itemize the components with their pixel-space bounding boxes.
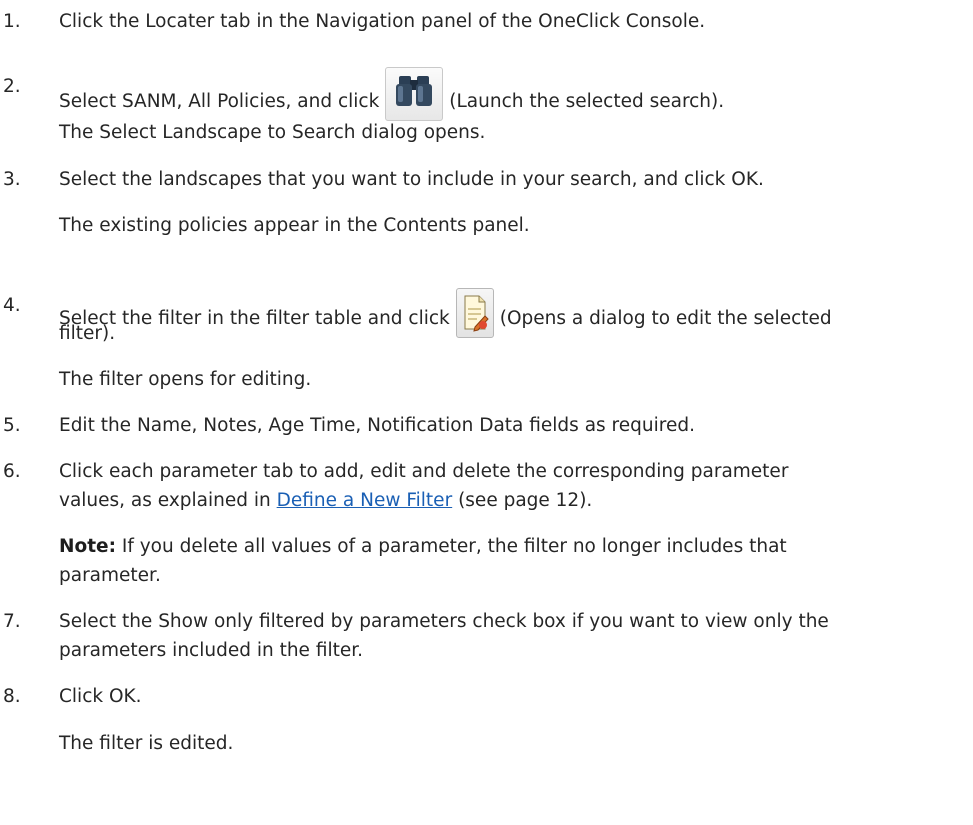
step-result-text: The Select Landscape to Search dialog op… xyxy=(59,122,486,143)
step-text: Click the Locater tab in the Navigation … xyxy=(59,11,706,32)
step-text: Select SANM, All Policies, and click xyxy=(59,91,380,112)
binoculars-icon xyxy=(385,67,444,121)
step-number: 6. xyxy=(3,461,21,482)
step-number: 1. xyxy=(3,11,21,32)
step-result-text: The filter opens for editing. xyxy=(59,369,312,390)
step-text: Select the landscapes that you want to i… xyxy=(59,169,764,190)
step-number: 7. xyxy=(3,611,21,632)
step-text-after-icon: (Opens a dialog to edit the selected xyxy=(499,308,832,329)
step-text: Click OK. xyxy=(59,686,142,707)
step-number: 4. xyxy=(3,295,21,316)
step-text: Select the Show only filtered by paramet… xyxy=(59,611,829,632)
step-text-cont: filter). xyxy=(59,323,116,344)
step-text: Edit the Name, Notes, Age Time, Notifica… xyxy=(59,415,695,436)
step-text-after-icon: (Launch the selected search). xyxy=(449,91,725,112)
step-result-text: The existing policies appear in the Cont… xyxy=(59,215,530,236)
step-text-cont: values, as explained in xyxy=(59,490,271,511)
note-text-cont: parameter. xyxy=(59,565,161,586)
step-text: Select the filter in the filter table an… xyxy=(59,308,450,329)
page-reference: (see page 12). xyxy=(458,490,593,511)
step-number: 5. xyxy=(3,415,21,436)
define-new-filter-link[interactable]: Define a New Filter xyxy=(277,490,453,511)
edit-filter-icon xyxy=(455,288,494,338)
step-number: 8. xyxy=(3,686,21,707)
step-result-text: The filter is edited. xyxy=(59,733,234,754)
step-text-cont: parameters included in the filter. xyxy=(59,640,364,661)
note-text: If you delete all values of a parameter,… xyxy=(121,536,787,557)
step-text: Click each parameter tab to add, edit an… xyxy=(59,461,789,482)
step-number: 2. xyxy=(3,76,21,97)
step-number: 3. xyxy=(3,169,21,190)
note-label: Note: xyxy=(59,536,116,557)
